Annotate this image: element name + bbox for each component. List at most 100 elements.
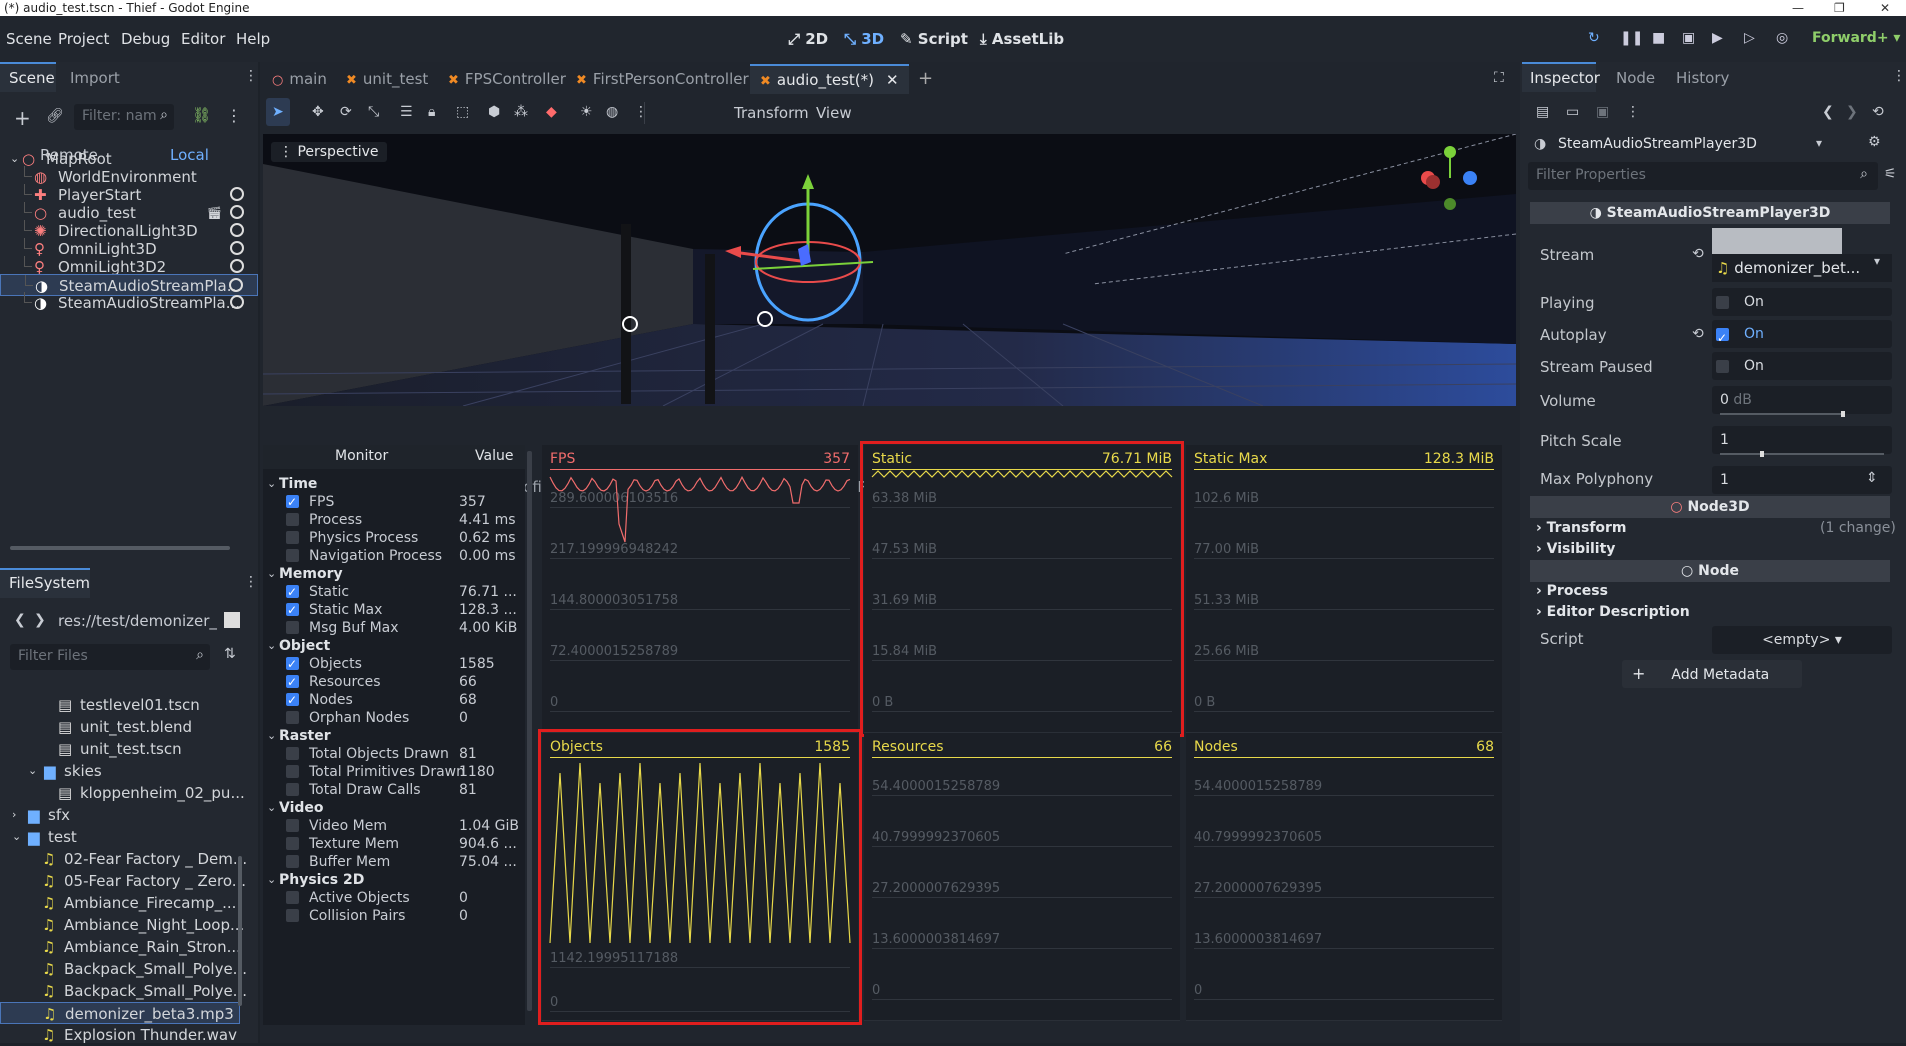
sun-preview-icon[interactable]: ☀ xyxy=(580,104,593,120)
checkbox[interactable] xyxy=(1716,360,1729,373)
minimize-icon[interactable]: — xyxy=(1792,0,1804,16)
volume-slider[interactable] xyxy=(1720,413,1844,415)
file-row[interactable]: ♫ demonizer_beta3.mp3 xyxy=(0,1002,240,1024)
forward-icon[interactable]: ❯ xyxy=(34,612,46,628)
inspected-node-name[interactable]: SteamAudioStreamPlayer3D xyxy=(1558,136,1757,152)
file-row[interactable]: ♫ Backpack_Small_Polye... xyxy=(0,980,247,1002)
pitch-slider-grabber[interactable] xyxy=(1760,451,1764,457)
editor-description-section[interactable]: › Editor Description xyxy=(1536,604,1690,620)
open-resource-icon[interactable]: ▭ xyxy=(1566,104,1579,120)
scene-hscrollbar[interactable] xyxy=(10,546,230,550)
file-row[interactable]: ♫ Ambiance_Night_Loop... xyxy=(0,914,244,936)
stream-dropdown-icon[interactable]: ▾ xyxy=(1874,254,1880,268)
file-row[interactable]: ♫ 05-Fear Factory _ Zero... xyxy=(0,870,246,892)
view-menu[interactable]: View xyxy=(816,104,852,122)
monitor-checkbox[interactable] xyxy=(286,689,299,711)
play-scene-icon[interactable]: ▶ xyxy=(1712,30,1723,46)
lock-icon[interactable]: 🔒︎ xyxy=(428,104,435,120)
link-icon[interactable]: 🔗︎ xyxy=(46,108,64,124)
remote-debug-icon[interactable]: ▣ xyxy=(1682,30,1695,46)
checkbox[interactable] xyxy=(1716,324,1729,352)
revert-icon[interactable]: ⟲ xyxy=(1692,326,1704,342)
transform-menu[interactable]: Transform xyxy=(734,104,809,122)
monitor-list-scrollbar[interactable] xyxy=(527,451,532,1011)
polyphony-spinner-icon[interactable]: ⇕ xyxy=(1866,470,1878,486)
fs-menu-icon[interactable]: ⋮ xyxy=(244,574,258,590)
editor-tab[interactable]: ✖ unit_test xyxy=(346,70,428,88)
pitch-slider[interactable] xyxy=(1720,453,1884,455)
stream-field[interactable]: ♫ demonizer_bet... xyxy=(1712,254,1892,282)
tab-import[interactable]: Import xyxy=(70,69,120,87)
tab-inspector[interactable]: Inspector xyxy=(1530,69,1600,87)
file-row[interactable]: ▤ testlevel01.tscn xyxy=(0,694,240,716)
file-row[interactable]: ▤ unit_test.tscn xyxy=(0,738,240,760)
mode-script[interactable]: ✎ Script xyxy=(900,30,968,48)
preview-camera-icon[interactable]: ◆ xyxy=(546,104,557,120)
monitor-checkbox[interactable] xyxy=(286,671,299,693)
editor-tab[interactable]: ○ main xyxy=(272,70,327,88)
volume-field[interactable]: 0 dB xyxy=(1712,386,1892,414)
resource-menu-icon[interactable]: ⋮ xyxy=(1626,104,1640,120)
visibility-eye-icon[interactable] xyxy=(230,259,244,273)
sort-icon[interactable]: ⇅ xyxy=(224,646,236,662)
collapse-icon[interactable]: ⌄ xyxy=(12,826,21,848)
pitch-scale-field[interactable]: 1 xyxy=(1712,426,1892,454)
viewport-menu-icon[interactable]: ⋮ xyxy=(634,104,648,120)
close-window-icon[interactable]: ✕ xyxy=(1880,0,1890,16)
menu-help[interactable]: Help xyxy=(236,30,270,48)
expand-icon[interactable]: › xyxy=(12,804,16,826)
fs-view-toggle-icon[interactable] xyxy=(224,612,240,628)
visibility-section[interactable]: › Visibility xyxy=(1536,541,1615,557)
editor-tab[interactable]: ✖ audio_test(*) ✕ xyxy=(750,64,909,94)
group-icon[interactable]: ⬚ xyxy=(456,104,469,120)
monitor-checkbox[interactable] xyxy=(286,513,299,526)
checkbox[interactable] xyxy=(1716,296,1729,309)
history-forward-icon[interactable]: ❯ xyxy=(1846,104,1858,120)
fs-vscrollbar[interactable] xyxy=(238,856,242,1006)
monitor-checkbox[interactable] xyxy=(286,491,299,513)
instance-scene-icon[interactable]: ⛓ xyxy=(192,106,211,124)
stop-icon[interactable]: ■ xyxy=(1652,30,1665,46)
inspector-menu-icon[interactable]: ⋮ xyxy=(1892,68,1906,84)
file-row[interactable]: ♫ Ambiance_Firecamp_... xyxy=(0,892,240,914)
scale-tool-icon[interactable]: ⤡ xyxy=(368,104,379,120)
stream-revert-icon[interactable]: ⟲ xyxy=(1692,246,1704,262)
environment-preview-icon[interactable]: ◍ xyxy=(606,104,618,120)
max-polyphony-field[interactable]: 1 xyxy=(1712,466,1892,494)
collapse-icon[interactable]: ⌄ xyxy=(28,760,37,782)
distraction-free-icon[interactable]: ⛶ xyxy=(1494,70,1504,86)
renderer-select[interactable]: Forward+ ▾ xyxy=(1812,30,1900,46)
monitor-checkbox[interactable] xyxy=(286,621,299,634)
file-row[interactable]: ▤ kloppenheim_02_pu... xyxy=(0,782,245,804)
monitor-checkbox[interactable] xyxy=(286,549,299,562)
property-options-icon[interactable]: ⚟ xyxy=(1884,166,1897,182)
process-section[interactable]: › Process xyxy=(1536,583,1608,599)
property-toggle[interactable]: On xyxy=(1712,288,1892,316)
history-back-icon[interactable]: ❮ xyxy=(1822,104,1834,120)
list-tool-icon[interactable]: ☰ xyxy=(400,104,413,120)
scene-filter-input[interactable]: Filter: nam ⌕ xyxy=(74,104,174,130)
tab-filesystem[interactable]: FileSystem xyxy=(9,574,90,592)
visibility-eye-icon[interactable] xyxy=(230,223,244,237)
monitor-checkbox[interactable] xyxy=(286,581,299,603)
monitor-checkbox[interactable] xyxy=(286,855,299,868)
node-dropdown-icon[interactable]: ▾ xyxy=(1816,136,1822,150)
menu-scene[interactable]: Scene xyxy=(6,30,52,48)
tab-scene[interactable]: Scene xyxy=(9,69,55,87)
property-toggle[interactable]: On xyxy=(1712,352,1892,380)
menu-editor[interactable]: Editor xyxy=(181,30,225,48)
rotate-tool-icon[interactable]: ⟳ xyxy=(340,104,352,120)
movie-maker-icon[interactable]: ◎ xyxy=(1776,30,1788,46)
editor-tab[interactable]: ✖ FPSController xyxy=(448,70,566,88)
visibility-eye-icon[interactable] xyxy=(229,278,243,292)
new-tab-icon[interactable]: + xyxy=(918,68,933,89)
monitor-checkbox[interactable] xyxy=(286,653,299,675)
file-row[interactable]: ♫ Ambiance_Rain_Stron... xyxy=(0,936,241,958)
local-space-icon[interactable]: ⬢ xyxy=(488,104,500,120)
monitor-row[interactable]: Collision Pairs 0 xyxy=(263,905,525,927)
folder-row[interactable]: › ▆ sfx xyxy=(0,804,240,826)
mode-2d[interactable]: ⤢ 2D xyxy=(788,30,828,48)
visibility-eye-icon[interactable] xyxy=(230,241,244,255)
volume-slider-grabber[interactable] xyxy=(1841,411,1845,417)
3d-viewport[interactable]: ⋮ Perspective xyxy=(263,134,1516,406)
